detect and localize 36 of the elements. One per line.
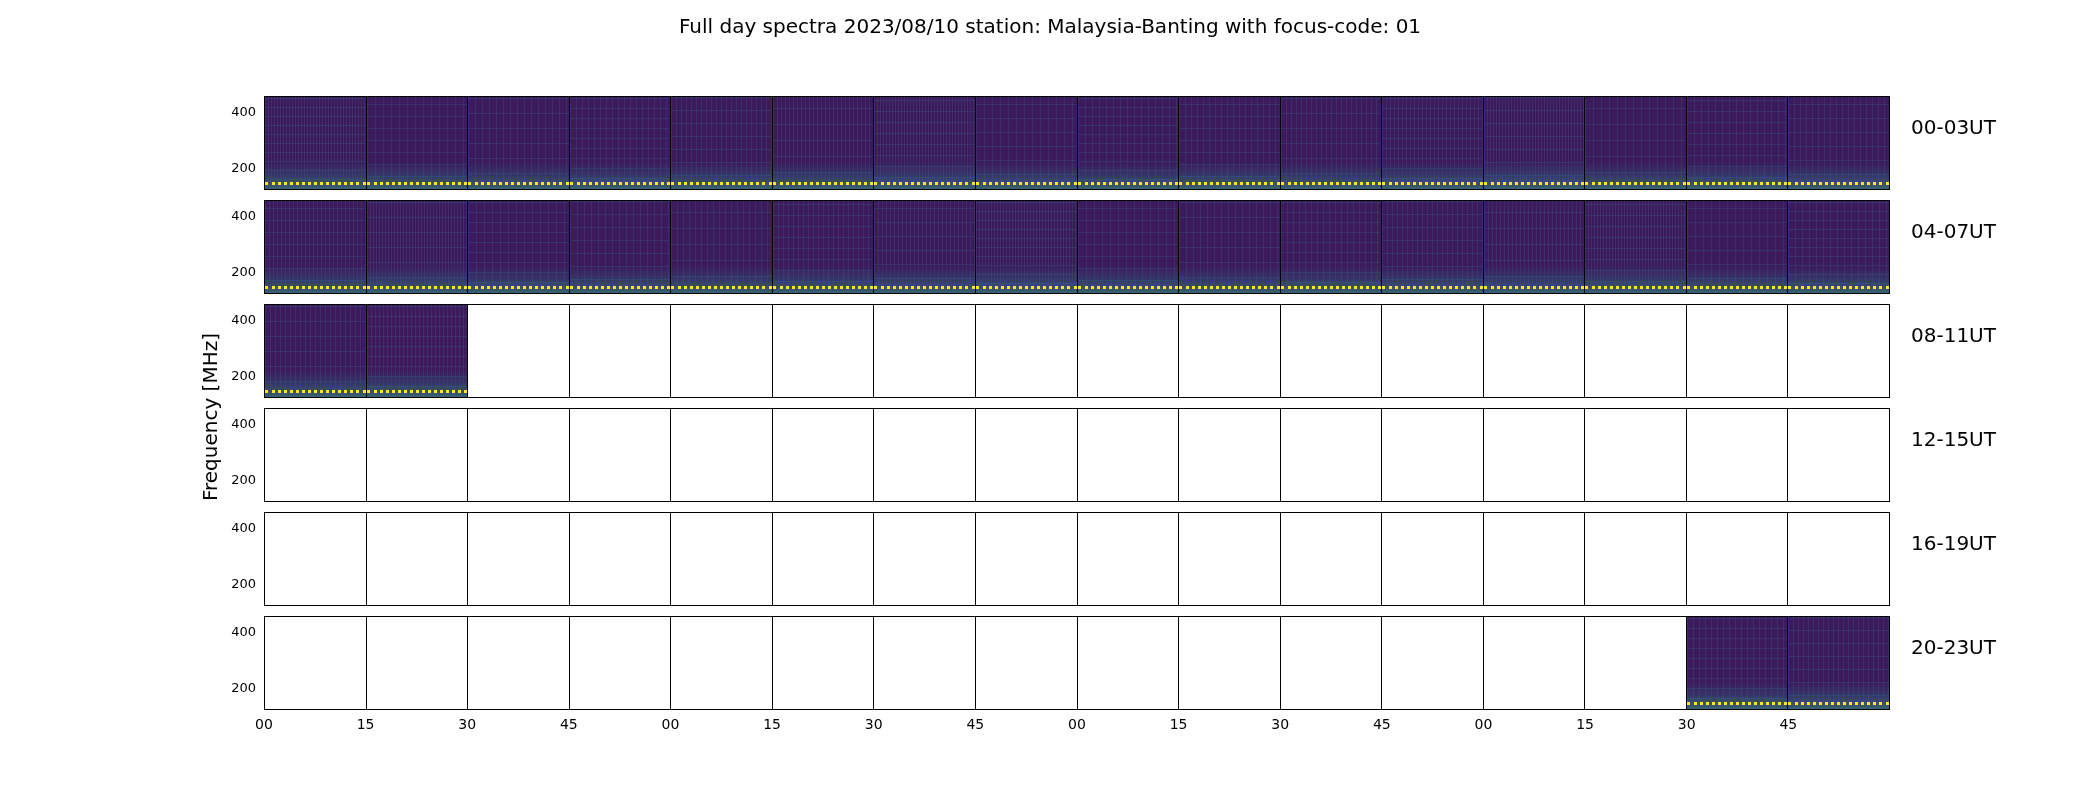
row-label: 20-23UT (1911, 634, 1996, 661)
y-tick-label: 200 (231, 161, 256, 176)
y-tick-label: 200 (231, 369, 256, 384)
x-tick-label: 00 (661, 716, 680, 732)
x-tick-label: 15 (763, 716, 782, 732)
x-tick-label: 30 (458, 716, 477, 732)
y-tick-label: 400 (231, 520, 256, 535)
x-tick-label: 00 (255, 716, 273, 732)
row-label: 08-11UT (1911, 322, 1996, 349)
y-tick-label: 200 (231, 577, 256, 592)
x-tick-label: 15 (1169, 716, 1188, 732)
x-tick-label: 15 (356, 716, 375, 732)
y-tick-label: 200 (231, 681, 256, 696)
y-tick-label: 200 (231, 473, 256, 488)
x-tick-label: 30 (1677, 716, 1696, 732)
x-tick-label: 00 (1474, 716, 1493, 732)
x-tick-label: 30 (864, 716, 883, 732)
x-tick-label: 30 (1271, 716, 1290, 732)
row-label: 12-15UT (1911, 426, 1996, 453)
row-label: 04-07UT (1911, 218, 1996, 245)
x-tick-label: 45 (559, 716, 578, 732)
y-tick-label: 200 (231, 265, 256, 280)
y-tick-label: 400 (231, 104, 256, 119)
chart-title: Full day spectra 2023/08/10 station: Malaysia-Banting with focus-code: 01 (677, 13, 1423, 40)
y-tick-label: 400 (231, 208, 256, 223)
y-axis-label: Frequency [MHz] (198, 332, 222, 502)
y-tick-label: 400 (231, 416, 256, 431)
y-tick-label: 400 (231, 312, 256, 327)
x-tick-label: 45 (966, 716, 985, 732)
x-tick-label: 45 (1372, 716, 1391, 732)
x-tick-label: 00 (1068, 716, 1086, 732)
row-label: 16-19UT (1911, 530, 1996, 557)
x-tick-label: 15 (1576, 716, 1595, 732)
y-tick-label: 400 (231, 624, 256, 639)
x-tick-label: 45 (1779, 716, 1798, 732)
row-label: 00-03UT (1911, 114, 1996, 141)
